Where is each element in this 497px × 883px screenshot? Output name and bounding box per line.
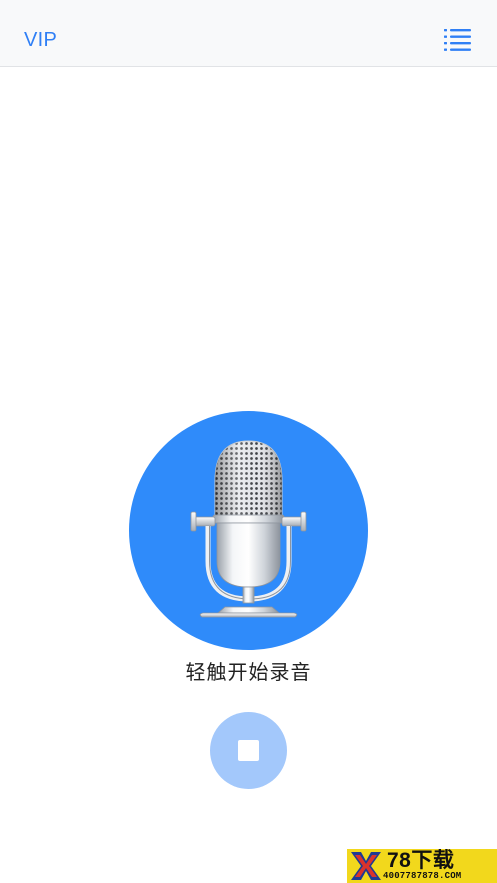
vip-button[interactable]: VIP — [24, 27, 57, 53]
record-hint-text: 轻触开始录音 — [185, 660, 312, 684]
list-menu-icon[interactable] — [444, 28, 471, 52]
recorder-screen: VIP 轻触开始录音 78下载 4007787878.COM — [0, 0, 497, 883]
record-button[interactable] — [129, 411, 368, 650]
microphone-icon — [190, 440, 307, 618]
watermark-badge: 78下载 4007787878.COM — [347, 849, 497, 883]
nav-bar: VIP — [0, 0, 497, 67]
stop-icon — [238, 740, 259, 761]
x-logo-icon — [349, 849, 383, 883]
watermark-url: 4007787878.COM — [383, 871, 462, 881]
watermark-title: 78下载 — [387, 849, 455, 872]
stop-button[interactable] — [210, 712, 287, 789]
